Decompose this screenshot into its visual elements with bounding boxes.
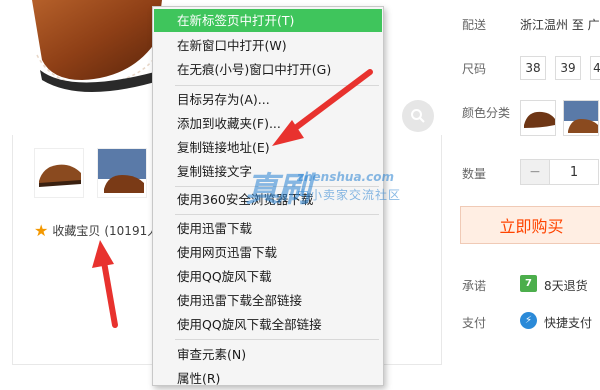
arrow-icon (272, 69, 373, 146)
arrow-icon (92, 240, 118, 328)
annotation-arrows (92, 69, 373, 328)
